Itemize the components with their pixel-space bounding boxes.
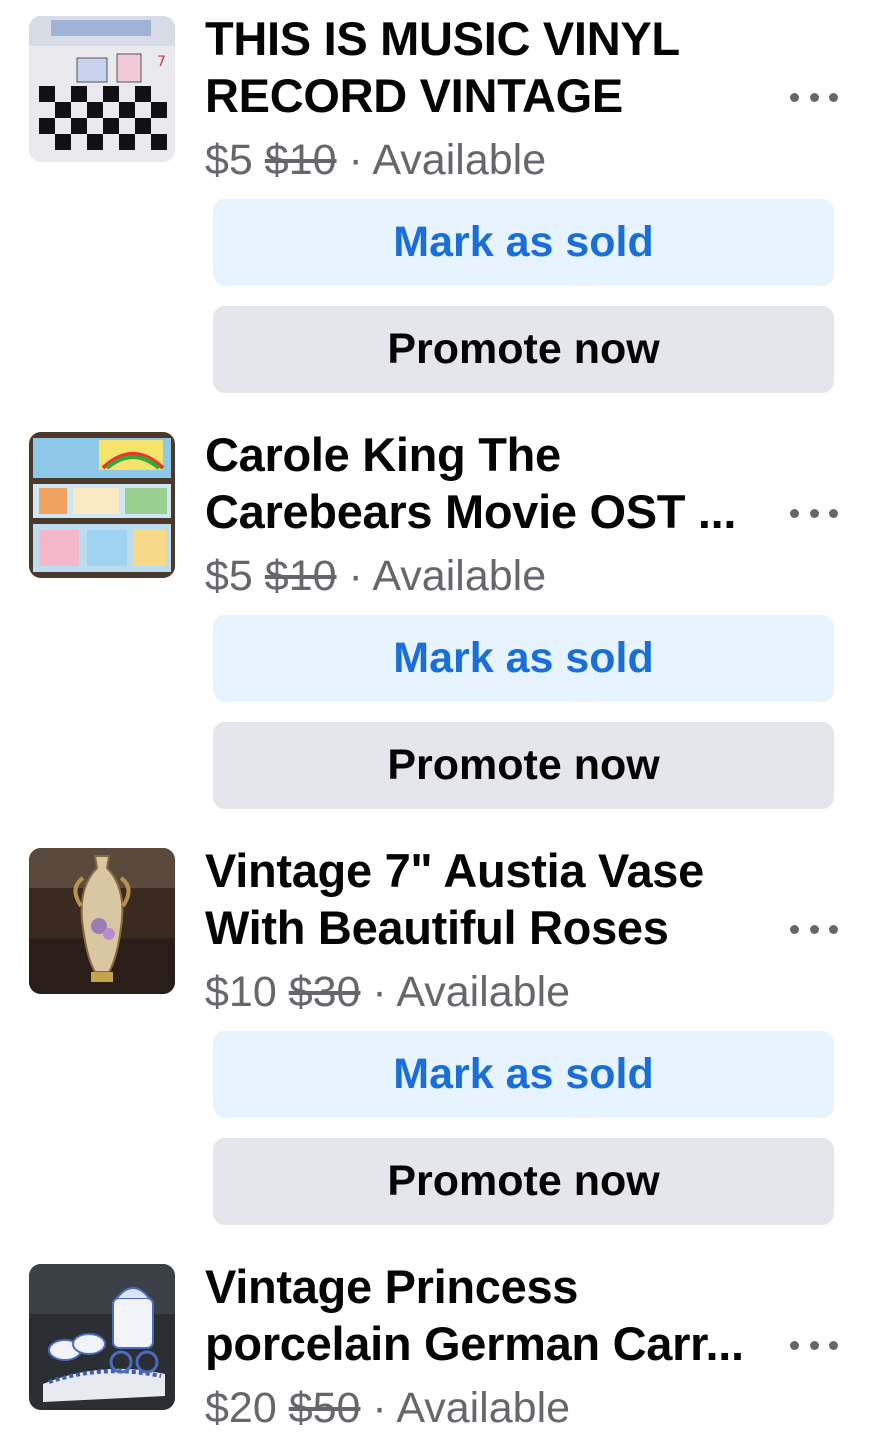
listing-title[interactable]: Carole King The Carebears Movie OST ... [205,426,765,540]
more-options-icon[interactable] [790,1330,838,1360]
svg-text:7: 7 [157,54,166,70]
listing-price-row: $10 $30 · Available [205,966,570,1018]
listing-title-line: Vintage Princess [205,1260,579,1313]
availability-status: Available [396,968,571,1016]
promote-now-button[interactable]: Promote now [213,306,834,393]
availability-status: Available [396,1384,571,1432]
separator: · [348,136,363,184]
listing-price-row: $5 $10 · Available [205,134,546,186]
listing-title[interactable]: THIS IS MUSIC VINYL RECORD VINTAGE [205,10,765,124]
original-price: $10 [264,552,337,600]
more-options-icon[interactable] [790,914,838,944]
listing-item: Carole King The Carebears Movie OST ... … [0,416,873,832]
listing-title[interactable]: Vintage 7" Austia Vase With Beautiful Ro… [205,842,765,956]
current-price: $5 [205,136,253,184]
current-price: $5 [205,552,253,600]
listing-title-line: RECORD VINTAGE [205,69,623,122]
availability-status: Available [372,552,547,600]
more-options-icon[interactable] [790,498,838,528]
listing-item: 7 THIS IS MUSIC VINYL RECORD VINTAGE $5 … [0,0,873,416]
listing-price-row: $5 $10 · Available [205,550,546,602]
current-price: $10 [205,968,277,1016]
separator: · [348,552,363,600]
listing-title-line: Vintage 7" Austia Vase [205,844,704,897]
separator: · [372,968,387,1016]
mark-as-sold-button[interactable]: Mark as sold [213,1031,834,1118]
listing-item: Vintage Princess porcelain German Carr..… [0,1248,873,1440]
original-price: $30 [288,968,361,1016]
promote-now-button[interactable]: Promote now [213,722,834,809]
vase-photo-icon [29,848,175,994]
listing-thumbnail[interactable] [29,848,175,994]
listing-item: Vintage 7" Austia Vase With Beautiful Ro… [0,832,873,1248]
record-album-cover-icon: 7 [29,16,175,162]
listing-title-line: Carebears Movie OST ... [205,485,737,538]
listing-title-line: THIS IS MUSIC VINYL [205,12,680,65]
more-options-icon[interactable] [790,82,838,112]
current-price: $20 [205,1384,277,1432]
original-price: $10 [264,136,337,184]
original-price: $50 [288,1384,361,1432]
availability-status: Available [372,136,547,184]
promote-now-button[interactable]: Promote now [213,1138,834,1225]
listing-price-row: $20 $50 · Available [205,1382,570,1434]
mark-as-sold-button[interactable]: Mark as sold [213,199,834,286]
listing-thumbnail[interactable] [29,432,175,578]
porcelain-carriage-photo-icon [29,1264,175,1410]
soundtrack-album-cover-icon [29,432,175,578]
listing-title[interactable]: Vintage Princess porcelain German Carr..… [205,1258,765,1372]
listing-thumbnail[interactable]: 7 [29,16,175,162]
listing-title-line: porcelain German Carr... [205,1317,744,1370]
mark-as-sold-button[interactable]: Mark as sold [213,615,834,702]
listing-thumbnail[interactable] [29,1264,175,1410]
listing-title-line: With Beautiful Roses [205,901,669,954]
listing-title-line: Carole King The [205,428,561,481]
separator: · [372,1384,387,1432]
